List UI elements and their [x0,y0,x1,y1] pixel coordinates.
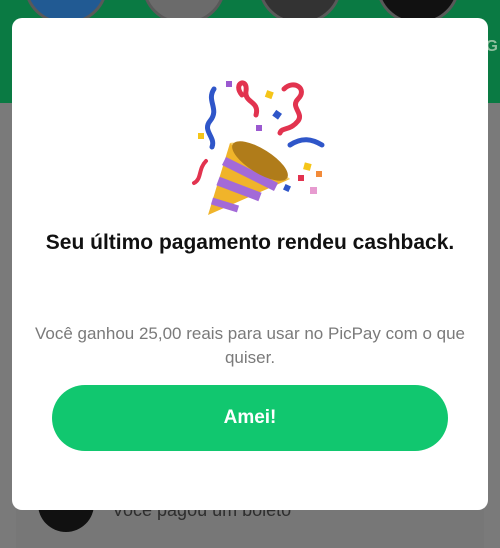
dialog-title: Seu último pagamento rendeu cashback. [45,231,455,254]
dialog-message: Você ganhou 25,00 reais para usar no Pic… [34,324,465,367]
party-popper-icon [192,80,325,215]
cashback-dialog: Seu último pagamento rendeu cashback. Vo… [12,18,488,510]
confirm-button[interactable]: Amei! [52,385,448,451]
